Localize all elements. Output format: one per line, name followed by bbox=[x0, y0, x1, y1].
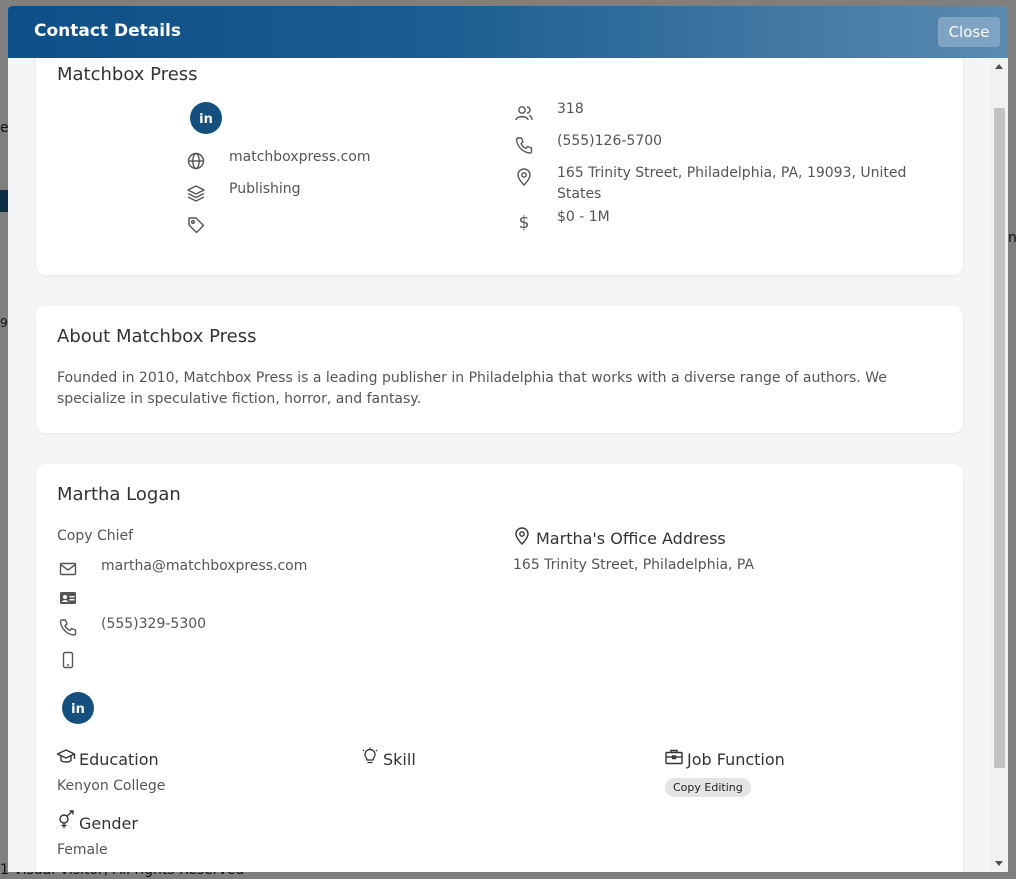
svg-text:in: in bbox=[199, 112, 213, 127]
about-text: Founded in 2010, Matchbox Press is a lea… bbox=[57, 370, 887, 407]
close-button[interactable]: Close bbox=[938, 17, 1000, 47]
briefcase-icon bbox=[664, 747, 684, 767]
modal-scrollbar[interactable] bbox=[990, 58, 1008, 872]
contact-linkedin-icon[interactable]: in bbox=[62, 692, 94, 724]
layers-icon bbox=[186, 183, 206, 203]
gender-icon bbox=[56, 810, 76, 830]
education-value: Kenyon College bbox=[57, 778, 166, 794]
contact-job-title: Copy Chief bbox=[57, 528, 134, 544]
skill-label: Skill bbox=[383, 750, 416, 769]
gender-value: Female bbox=[57, 842, 108, 858]
company-linkedin-icon[interactable]: in bbox=[190, 102, 222, 134]
education-label: Education bbox=[79, 750, 159, 769]
company-card: Matchbox Press in matchboxpress.com Publ… bbox=[36, 58, 963, 275]
contact-card: Martha Logan Copy Chief martha@matchboxp… bbox=[36, 464, 963, 872]
contact-name: Martha Logan bbox=[57, 484, 181, 505]
modal-body: Matchbox Press in matchboxpress.com Publ… bbox=[8, 58, 1008, 872]
scroll-thumb[interactable] bbox=[994, 108, 1005, 768]
company-address: 165 Trinity Street, Philadelphia, PA, 19… bbox=[557, 165, 907, 202]
mail-icon bbox=[58, 559, 78, 579]
contact-details-modal: Contact Details Close Matchbox Press in … bbox=[8, 6, 1008, 872]
id-card-icon bbox=[58, 588, 78, 608]
tag-icon bbox=[186, 215, 206, 235]
company-industry: Publishing bbox=[229, 181, 301, 197]
globe-icon bbox=[186, 151, 206, 171]
job-function-tag: Copy Editing bbox=[665, 778, 751, 797]
office-address-label: Martha's Office Address bbox=[536, 529, 726, 548]
location-pin-icon bbox=[512, 526, 532, 546]
phone-icon bbox=[514, 135, 534, 155]
about-card: About Matchbox Press Founded in 2010, Ma… bbox=[36, 306, 963, 433]
company-website[interactable]: matchboxpress.com bbox=[229, 147, 370, 168]
office-address-value: 165 Trinity Street, Philadelphia, PA bbox=[513, 557, 755, 573]
dollar-icon: $ bbox=[514, 212, 534, 232]
about-title: About Matchbox Press bbox=[57, 326, 257, 347]
users-icon bbox=[514, 103, 534, 123]
scroll-up-arrow[interactable] bbox=[995, 64, 1003, 69]
gender-label: Gender bbox=[79, 814, 138, 833]
company-phone: (555)126-5700 bbox=[557, 133, 663, 149]
scroll-down-arrow[interactable] bbox=[995, 861, 1003, 866]
company-revenue: $0 - 1M bbox=[557, 209, 610, 225]
svg-text:in: in bbox=[71, 702, 85, 717]
job-function-label: Job Function bbox=[687, 750, 785, 769]
lightbulb-icon bbox=[360, 747, 380, 767]
mobile-icon bbox=[58, 650, 78, 670]
company-employees: 318 bbox=[557, 101, 584, 117]
company-name: Matchbox Press bbox=[57, 64, 198, 85]
phone-icon bbox=[58, 617, 78, 637]
contact-phone: (555)329-5300 bbox=[101, 616, 207, 632]
contact-email[interactable]: martha@matchboxpress.com bbox=[101, 556, 307, 577]
location-pin-icon bbox=[514, 167, 534, 187]
graduation-cap-icon bbox=[56, 747, 76, 767]
svg-text:$: $ bbox=[519, 213, 530, 232]
modal-title: Contact Details bbox=[34, 21, 181, 41]
modal-header: Contact Details Close bbox=[8, 6, 1008, 58]
